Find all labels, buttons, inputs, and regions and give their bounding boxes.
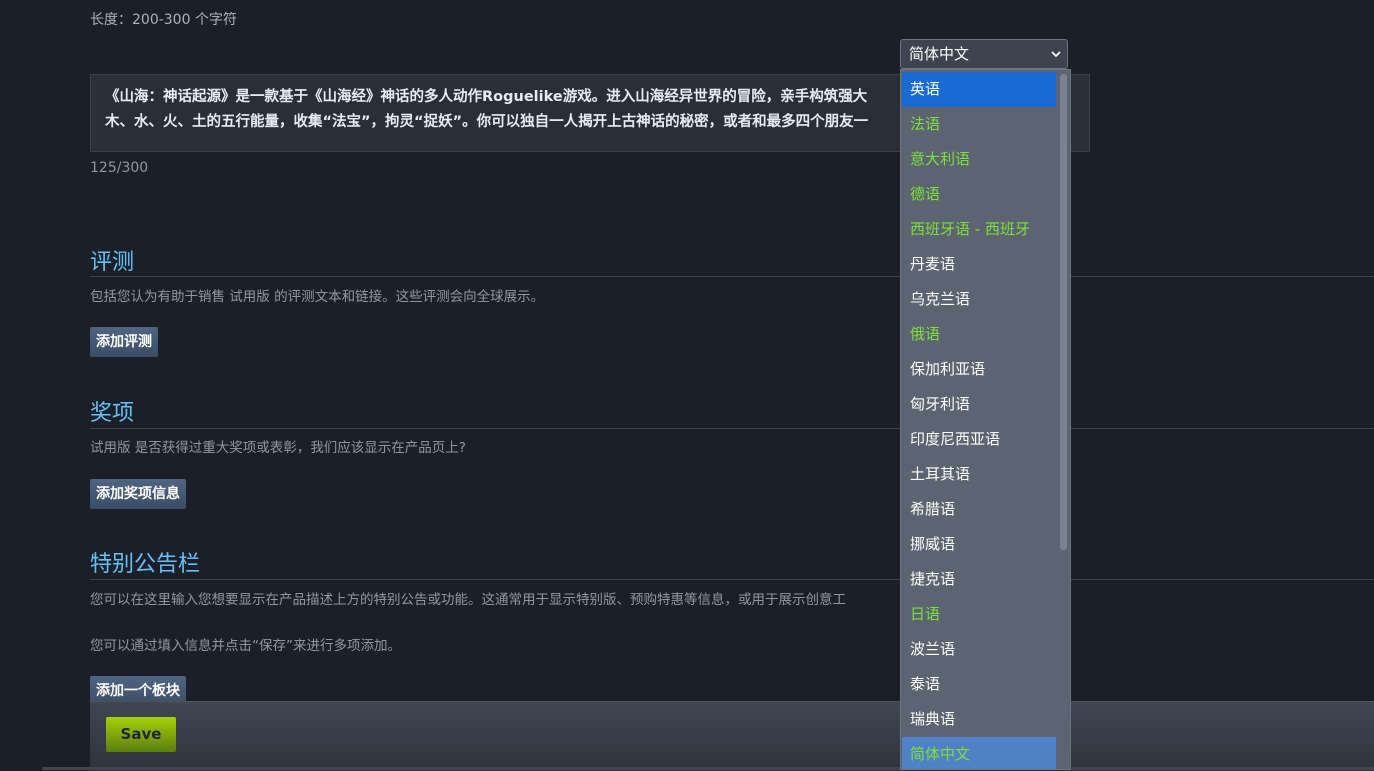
dropdown-scrollbar-thumb[interactable] — [1060, 74, 1067, 550]
language-select[interactable]: 简体中文 — [900, 39, 1068, 69]
language-option[interactable]: 英语 — [902, 72, 1056, 107]
awards-description: 试用版 是否获得过重大奖项或表彰，我们应该显示在产品页上? — [90, 440, 466, 456]
language-option[interactable]: 西班牙语 - 西班牙 — [902, 212, 1056, 247]
language-option[interactable]: 泰语 — [902, 667, 1056, 702]
character-counter: 125/300 — [90, 160, 149, 176]
language-option[interactable]: 希腊语 — [902, 492, 1056, 527]
awards-divider — [90, 428, 1374, 429]
reviews-section-title: 评测 — [90, 250, 135, 275]
reviews-divider — [90, 276, 1374, 277]
announcement-description: 您可以在这里输入您想要显示在产品描述上方的特别公告或功能。这通常用于显示特别版、… — [90, 592, 846, 608]
language-option[interactable]: 瑞典语 — [902, 702, 1056, 737]
language-option[interactable]: 德语 — [902, 177, 1056, 212]
language-select-value: 简体中文 — [909, 45, 970, 63]
announcement-hint: 您可以通过填入信息并点击“保存”来进行多项添加。 — [90, 638, 401, 654]
language-option[interactable]: 乌克兰语 — [902, 282, 1056, 317]
announcement-divider — [90, 579, 1374, 580]
language-option[interactable]: 俄语 — [902, 317, 1056, 352]
language-dropdown-list[interactable]: 英语 法语 意大利语 德语 西班牙语 - 西班牙 丹麦语 乌克兰语 俄语 保加利亚语 匈牙利语 印度… — [900, 69, 1071, 770]
language-option[interactable]: 意大利语 — [902, 142, 1056, 177]
language-option[interactable]: 波兰语 — [902, 632, 1056, 667]
language-option[interactable]: 捷克语 — [902, 562, 1056, 597]
language-option[interactable]: 法语 — [902, 107, 1056, 142]
add-award-button[interactable]: 添加奖项信息 — [90, 479, 186, 509]
awards-section-title: 奖项 — [90, 401, 135, 426]
reviews-description: 包括您认为有助于销售 试用版 的评测文本和链接。这些评测会向全球展示。 — [90, 289, 545, 305]
language-option[interactable]: 丹麦语 — [902, 247, 1056, 282]
language-option[interactable]: 简体中文 — [902, 737, 1056, 769]
language-option[interactable]: 土耳其语 — [902, 457, 1056, 492]
add-review-button[interactable]: 添加评测 — [90, 327, 158, 357]
language-option[interactable]: 保加利亚语 — [902, 352, 1056, 387]
save-button[interactable]: Save — [106, 717, 176, 752]
language-option[interactable]: 挪威语 — [902, 527, 1056, 562]
language-option[interactable]: 日语 — [902, 597, 1056, 632]
save-bar: Save — [90, 701, 1374, 771]
announcement-section-title: 特别公告栏 — [90, 552, 201, 577]
language-option[interactable]: 印度尼西亚语 — [902, 422, 1056, 457]
language-option[interactable]: 匈牙利语 — [902, 387, 1056, 422]
dropdown-scrollbar[interactable] — [1057, 71, 1069, 769]
length-hint: 长度：200-300 个字符 — [90, 12, 237, 28]
